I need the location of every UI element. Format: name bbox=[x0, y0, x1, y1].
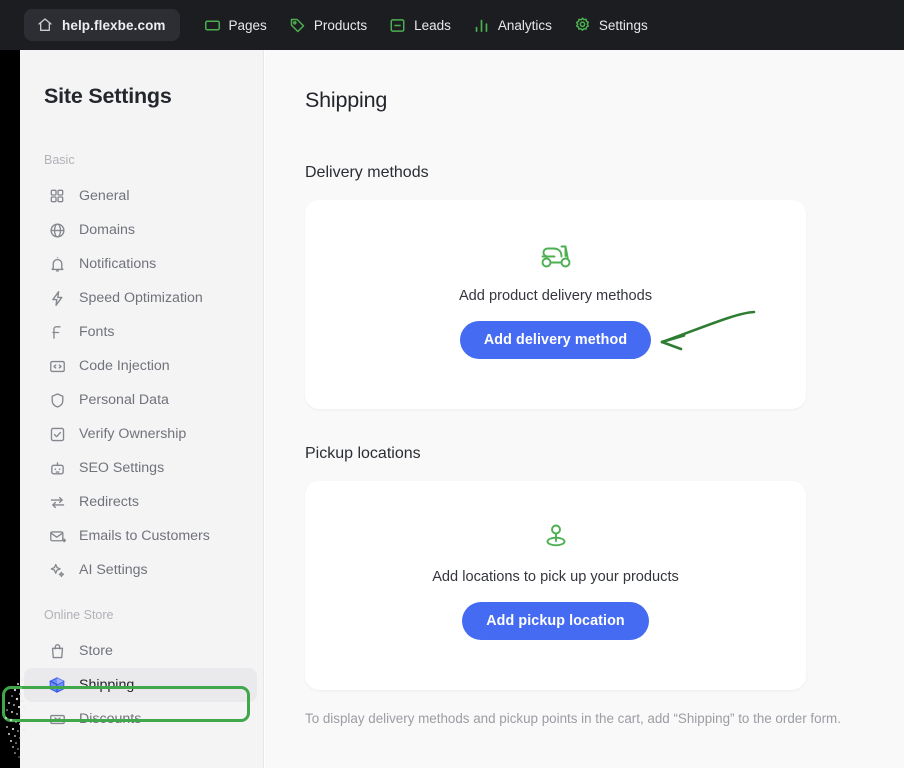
nav-item-analytics[interactable]: Analytics bbox=[473, 9, 552, 41]
bolt-icon bbox=[48, 289, 66, 307]
code-icon bbox=[48, 357, 66, 375]
main-content: Shipping Delivery methods Add product de… bbox=[265, 50, 904, 768]
nav-label-settings: Settings bbox=[598, 17, 648, 33]
sidebar-label-seo-settings: SEO Settings bbox=[79, 460, 165, 476]
sidebar-item-discounts[interactable]: Discounts bbox=[24, 702, 257, 736]
nav-label-pages: Pages bbox=[228, 17, 267, 33]
sidebar-label-redirects: Redirects bbox=[79, 494, 139, 510]
sidebar-group-spacer bbox=[20, 587, 263, 608]
site-chip-label: help.flexbe.com bbox=[62, 17, 166, 33]
sidebar-item-store[interactable]: Store bbox=[24, 634, 257, 668]
sidebar-label-domains: Domains bbox=[79, 222, 135, 238]
pickup-locations-card: Add locations to pick up your products A… bbox=[305, 481, 806, 690]
bar-chart-icon bbox=[473, 17, 490, 34]
top-nav-items: Pages Products Leads Analytics Settings bbox=[204, 9, 648, 41]
sidebar-label-notifications: Notifications bbox=[79, 256, 157, 272]
sidebar-item-notifications[interactable]: Notifications bbox=[24, 247, 257, 281]
sidebar-label-discounts: Discounts bbox=[79, 711, 142, 727]
shield-icon bbox=[48, 391, 66, 409]
site-chip-button[interactable]: help.flexbe.com bbox=[24, 9, 180, 41]
bell-icon bbox=[48, 255, 66, 273]
sidebar-label-speed-optimization: Speed Optimization bbox=[79, 290, 203, 306]
sidebar-item-verify-ownership[interactable]: Verify Ownership bbox=[24, 417, 257, 451]
package-box-icon bbox=[48, 676, 66, 694]
sidebar-group-label-basic: Basic bbox=[44, 153, 75, 167]
sidebar-label-ai-settings: AI Settings bbox=[79, 562, 148, 578]
sidebar-item-emails-to-customers[interactable]: Emails to Customers bbox=[24, 519, 257, 553]
grid-icon bbox=[48, 187, 66, 205]
section-heading-delivery-methods: Delivery methods bbox=[305, 164, 429, 181]
sidebar-label-shipping: Shipping bbox=[79, 677, 135, 693]
pages-icon bbox=[204, 17, 221, 34]
nav-label-products: Products bbox=[313, 17, 368, 33]
font-icon bbox=[48, 323, 66, 341]
gear-icon bbox=[574, 17, 591, 34]
arrows-swap-icon bbox=[48, 493, 66, 511]
delivery-methods-card: Add product delivery methods Add deliver… bbox=[305, 200, 806, 409]
sidebar-group-label-online-store: Online Store bbox=[44, 608, 114, 622]
nav-item-products[interactable]: Products bbox=[289, 9, 367, 41]
add-pickup-location-button[interactable]: Add pickup location bbox=[462, 602, 649, 640]
page-title: Shipping bbox=[305, 88, 388, 112]
sidebar-label-code-injection: Code Injection bbox=[79, 358, 170, 374]
nav-item-leads[interactable]: Leads bbox=[389, 9, 451, 41]
delivery-card-text: Add product delivery methods bbox=[458, 288, 653, 304]
left-window-margin bbox=[0, 50, 20, 768]
globe-icon bbox=[48, 221, 66, 239]
nav-label-analytics: Analytics bbox=[497, 17, 552, 33]
pickup-card-text: Add locations to pick up your products bbox=[432, 569, 679, 585]
sparkle-icon bbox=[48, 561, 66, 579]
sidebar-item-shipping[interactable]: Shipping bbox=[24, 668, 257, 702]
settings-sidebar: Site Settings Basic General Domains Noti… bbox=[20, 50, 264, 768]
sidebar-label-store: Store bbox=[79, 643, 113, 659]
sidebar-label-general: General bbox=[79, 188, 130, 204]
shopping-bag-icon bbox=[48, 642, 66, 660]
sidebar-item-speed-optimization[interactable]: Speed Optimization bbox=[24, 281, 257, 315]
inbox-icon bbox=[389, 17, 406, 34]
shipping-footnote: To display delivery methods and pickup p… bbox=[305, 711, 841, 726]
checkbox-icon bbox=[48, 425, 66, 443]
top-navigation-bar: help.flexbe.com Pages Products Leads Ana… bbox=[0, 0, 904, 50]
sidebar-title: Site Settings bbox=[44, 84, 172, 108]
sidebar-item-general[interactable]: General bbox=[24, 179, 257, 213]
sidebar-item-code-injection[interactable]: Code Injection bbox=[24, 349, 257, 383]
nav-item-settings[interactable]: Settings bbox=[574, 9, 648, 41]
sidebar-item-domains[interactable]: Domains bbox=[24, 213, 257, 247]
sidebar-item-seo-settings[interactable]: SEO Settings bbox=[24, 451, 257, 485]
section-heading-pickup-locations: Pickup locations bbox=[305, 445, 421, 462]
sidebar-item-personal-data[interactable]: Personal Data bbox=[24, 383, 257, 417]
sidebar-item-fonts[interactable]: Fonts bbox=[24, 315, 257, 349]
envelope-icon bbox=[48, 527, 66, 545]
nav-label-leads: Leads bbox=[414, 17, 451, 33]
tag-icon bbox=[289, 17, 306, 34]
sidebar-label-verify-ownership: Verify Ownership bbox=[79, 426, 187, 442]
robot-icon bbox=[48, 459, 66, 477]
home-icon bbox=[36, 17, 53, 34]
add-delivery-method-button[interactable]: Add delivery method bbox=[459, 321, 652, 359]
scooter-icon bbox=[539, 239, 573, 273]
sidebar-label-fonts: Fonts bbox=[79, 324, 115, 340]
sidebar-label-personal-data: Personal Data bbox=[79, 392, 169, 408]
ticket-icon bbox=[48, 710, 66, 728]
nav-item-pages[interactable]: Pages bbox=[204, 9, 267, 41]
sidebar-item-ai-settings[interactable]: AI Settings bbox=[24, 553, 257, 587]
sidebar-label-emails-to-customers: Emails to Customers bbox=[79, 528, 210, 544]
map-pin-icon bbox=[541, 520, 571, 554]
sidebar-item-redirects[interactable]: Redirects bbox=[24, 485, 257, 519]
